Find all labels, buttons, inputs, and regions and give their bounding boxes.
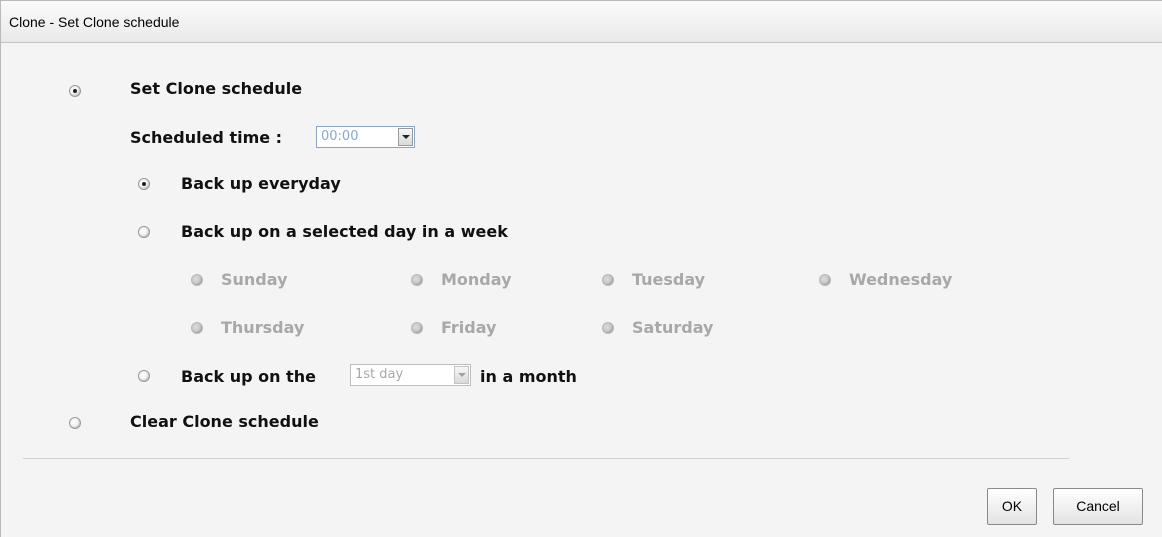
backup-everyday-radio[interactable]	[138, 178, 150, 190]
monthly-day-select[interactable]: 1st day	[350, 364, 471, 386]
weekday-label-monday: Monday	[441, 270, 512, 289]
weekday-radio-tuesday[interactable]	[602, 274, 614, 286]
clear-schedule-label: Clear Clone schedule	[130, 412, 319, 431]
backup-everyday-label: Back up everyday	[181, 174, 341, 193]
weekday-radio-sunday[interactable]	[191, 274, 203, 286]
backup-monthly-radio[interactable]	[138, 370, 150, 382]
weekday-label-thursday: Thursday	[221, 318, 305, 337]
weekday-radio-friday[interactable]	[411, 322, 423, 334]
set-schedule-radio[interactable]	[69, 85, 81, 97]
backup-weekly-radio[interactable]	[138, 226, 150, 238]
scheduled-time-label: Scheduled time :	[130, 128, 283, 147]
weekday-label-saturday: Saturday	[632, 318, 714, 337]
scheduled-time-select[interactable]: 00:00	[316, 126, 415, 148]
weekday-label-wednesday: Wednesday	[849, 270, 953, 289]
backup-monthly-suffix: in a month	[480, 367, 577, 386]
weekday-label-sunday: Sunday	[221, 270, 288, 289]
clone-schedule-dialog: Clone - Set Clone schedule Set Clone sch…	[0, 0, 1162, 537]
dialog-title: Clone - Set Clone schedule	[1, 1, 1162, 43]
chevron-down-icon[interactable]	[398, 128, 413, 146]
weekday-radio-saturday[interactable]	[602, 322, 614, 334]
weekday-radio-thursday[interactable]	[191, 322, 203, 334]
scheduled-time-value: 00:00	[321, 129, 359, 144]
weekday-label-friday: Friday	[441, 318, 497, 337]
cancel-button[interactable]: Cancel	[1053, 488, 1143, 525]
clear-schedule-radio[interactable]	[69, 417, 81, 429]
backup-monthly-prefix: Back up on the	[181, 367, 316, 386]
backup-weekly-label: Back up on a selected day in a week	[181, 222, 508, 241]
chevron-down-icon[interactable]	[454, 366, 469, 384]
weekday-label-tuesday: Tuesday	[632, 270, 706, 289]
weekday-radio-monday[interactable]	[411, 274, 423, 286]
monthly-day-value: 1st day	[355, 367, 404, 382]
ok-button[interactable]: OK	[987, 488, 1037, 525]
divider	[23, 458, 1069, 459]
weekday-radio-wednesday[interactable]	[819, 274, 831, 286]
set-schedule-label: Set Clone schedule	[130, 79, 303, 98]
